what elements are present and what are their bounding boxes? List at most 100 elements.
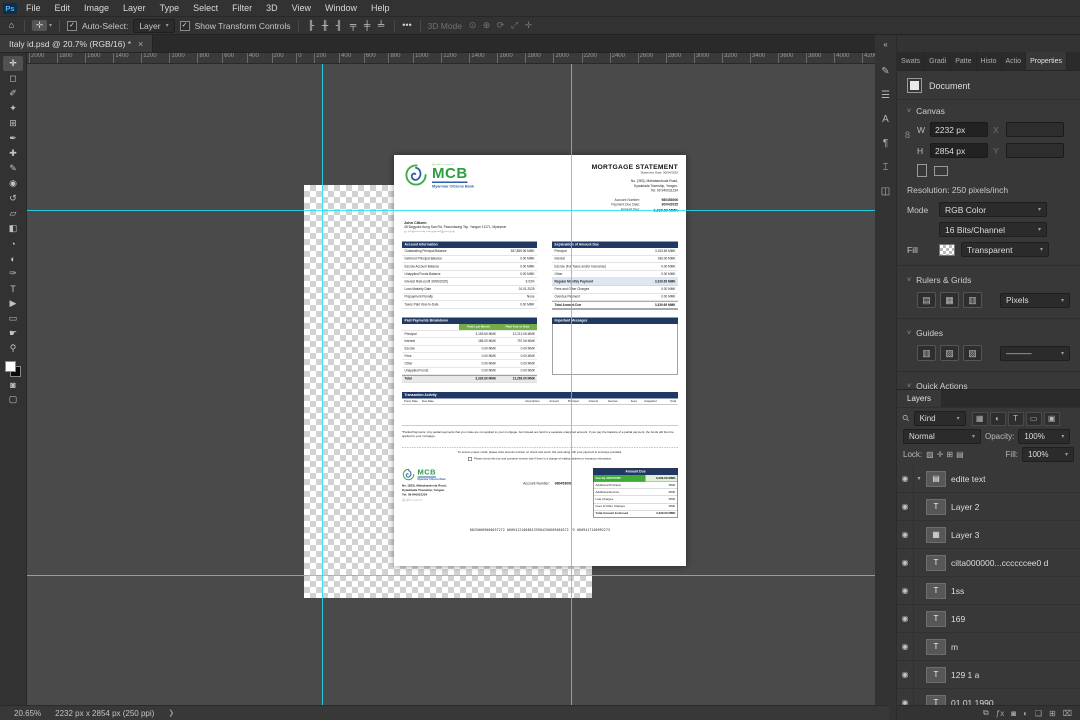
layer-filter-icon[interactable]: T bbox=[1007, 411, 1024, 426]
guide-horizontal[interactable] bbox=[26, 575, 875, 576]
menu-item[interactable]: Select bbox=[186, 3, 225, 13]
layer-filter-icon[interactable]: ▣ bbox=[1043, 411, 1060, 426]
layer-row[interactable]: ◉ ▦ Layer 3 bbox=[897, 521, 1080, 549]
portrait-orientation-icon[interactable] bbox=[917, 164, 927, 177]
tab-close-icon[interactable]: × bbox=[138, 39, 143, 49]
align-icon[interactable]: ╪ bbox=[362, 21, 373, 30]
layer-thumbnail[interactable]: ▤ bbox=[926, 470, 946, 487]
height-input[interactable]: 2854 px bbox=[930, 143, 988, 158]
guide-vertical[interactable] bbox=[322, 63, 323, 706]
visibility-eye-icon[interactable]: ◉ bbox=[897, 605, 914, 632]
tool-healing-brush-button[interactable]: ✚ bbox=[3, 146, 23, 161]
layer-row[interactable]: ◉ ▾ ▤ edite text bbox=[897, 465, 1080, 493]
menu-item[interactable]: Window bbox=[318, 3, 364, 13]
libraries-panel-icon[interactable]: ◫ bbox=[877, 179, 895, 203]
tool-move-button[interactable]: ✛ bbox=[3, 56, 23, 71]
paragraph-styles-panel-icon[interactable]: ☰ bbox=[877, 83, 895, 107]
tab-patterns[interactable]: Patte bbox=[951, 52, 977, 70]
lock-icon[interactable]: ⊞ bbox=[946, 450, 953, 459]
tool-eraser-button[interactable]: ▱ bbox=[3, 206, 23, 221]
width-input[interactable]: 2232 px bbox=[930, 122, 988, 137]
tool-dodge-button[interactable]: ◐ bbox=[3, 251, 23, 266]
visibility-eye-icon[interactable]: ◉ bbox=[897, 689, 914, 705]
color-swatches[interactable] bbox=[5, 361, 21, 377]
ruler-toggle-icon[interactable]: ▤ bbox=[917, 292, 936, 308]
layer-thumbnail[interactable]: T bbox=[926, 554, 946, 571]
visibility-eye-icon[interactable]: ◉ bbox=[897, 577, 914, 604]
status-options-chevron-icon[interactable]: ❯ bbox=[168, 709, 174, 717]
menu-item[interactable]: Layer bbox=[116, 3, 153, 13]
auto-select-target-dropdown[interactable]: Layer ▾ bbox=[133, 18, 175, 33]
visibility-eye-icon[interactable]: ◉ bbox=[897, 493, 914, 520]
tool-history-brush-button[interactable]: ↺ bbox=[3, 191, 23, 206]
screen-mode-button[interactable]: ▢ bbox=[3, 392, 23, 407]
menu-item[interactable]: File bbox=[19, 3, 48, 13]
guides-toggle-icon[interactable]: ▥ bbox=[917, 345, 936, 361]
visibility-eye-icon[interactable]: ◉ bbox=[897, 633, 914, 660]
align-icon[interactable]: ╫ bbox=[320, 21, 331, 30]
landscape-orientation-icon[interactable] bbox=[934, 165, 948, 176]
filter-kind-dropdown[interactable]: Kind ▾ bbox=[913, 411, 966, 426]
layer-row[interactable]: ◉ T 1ss bbox=[897, 577, 1080, 605]
layers-footer-icon[interactable]: ◐ bbox=[1023, 709, 1028, 718]
home-icon[interactable]: ⌂ bbox=[6, 21, 17, 30]
layer-thumbnail[interactable]: ▦ bbox=[926, 526, 946, 543]
layers-footer-icon[interactable]: ◙ bbox=[1011, 709, 1016, 718]
layer-row[interactable]: ◉ T 01.01.1990 bbox=[897, 689, 1080, 705]
menu-item[interactable]: Image bbox=[77, 3, 116, 13]
layer-thumbnail[interactable]: T bbox=[926, 638, 946, 655]
tool-magic-wand-button[interactable]: ✦ bbox=[3, 101, 23, 116]
guide-horizontal[interactable] bbox=[26, 210, 875, 211]
tool-preset-caret-icon[interactable]: ▾ bbox=[49, 22, 52, 29]
lock-icon[interactable]: ▨ bbox=[926, 450, 934, 459]
tab-properties[interactable]: Properties bbox=[1026, 52, 1067, 70]
show-transform-controls-checkbox[interactable]: ✓ bbox=[179, 20, 190, 31]
layers-footer-icon[interactable]: ⧉ bbox=[983, 708, 989, 718]
more-options-icon[interactable]: ••• bbox=[402, 21, 413, 30]
layer-row[interactable]: ◉ T m bbox=[897, 633, 1080, 661]
tab-swatches[interactable]: Swats bbox=[897, 52, 926, 70]
tool-blur-button[interactable]: ◔ bbox=[3, 236, 23, 251]
tab-actions[interactable]: Actio bbox=[1002, 52, 1027, 70]
menu-item[interactable]: View bbox=[285, 3, 318, 13]
layers-footer-icon[interactable]: ƒx bbox=[996, 709, 1004, 718]
menu-item[interactable]: Filter bbox=[225, 3, 259, 13]
tab-history[interactable]: Histo bbox=[977, 52, 1002, 70]
units-dropdown[interactable]: Pixels ▾ bbox=[1000, 292, 1070, 308]
tool-lasso-button[interactable]: ✐ bbox=[3, 86, 23, 101]
menu-item[interactable]: 3D bbox=[259, 3, 285, 13]
tool-clone-stamp-button[interactable]: ◉ bbox=[3, 176, 23, 191]
grid-toggle-icon[interactable]: ▦ bbox=[940, 292, 959, 308]
tool-type-button[interactable]: T bbox=[3, 281, 23, 296]
color-mode-dropdown[interactable]: RGB Color ▾ bbox=[939, 202, 1047, 217]
align-icon[interactable]: ╧ bbox=[376, 21, 387, 30]
auto-select-checkbox[interactable]: ✓ bbox=[67, 20, 78, 31]
paragraph-panel-icon[interactable]: ¶ bbox=[877, 131, 895, 155]
character-panel-icon[interactable]: A bbox=[877, 107, 895, 131]
layer-thumbnail[interactable]: T bbox=[926, 582, 946, 599]
quick-mask-button[interactable]: ◙ bbox=[3, 377, 23, 392]
layer-thumbnail[interactable]: T bbox=[926, 666, 946, 683]
blend-mode-dropdown[interactable]: Normal ▾ bbox=[903, 429, 981, 444]
quick-actions-section-header[interactable]: ˅ Quick Actions bbox=[897, 375, 1080, 389]
document-tab[interactable]: Italy id.psd @ 20.7% (RGB/16) * × bbox=[0, 35, 154, 52]
bit-depth-dropdown[interactable]: 16 Bits/Channel ▾ bbox=[939, 222, 1047, 237]
foreground-color-swatch[interactable] bbox=[5, 361, 16, 372]
menu-item[interactable]: Type bbox=[153, 3, 187, 13]
guide-style-dropdown[interactable]: ——— ▾ bbox=[1000, 345, 1070, 361]
tab-layers[interactable]: Layers bbox=[897, 390, 942, 407]
layer-row[interactable]: ◉ T 169 bbox=[897, 605, 1080, 633]
visibility-eye-icon[interactable]: ◉ bbox=[897, 465, 914, 492]
layer-fill-dropdown[interactable]: 100% ▾ bbox=[1022, 447, 1074, 462]
lock-icon[interactable]: ▤ bbox=[956, 450, 964, 459]
tab-gradients[interactable]: Gradi bbox=[925, 52, 952, 70]
guide-vertical[interactable] bbox=[571, 63, 572, 706]
canvas[interactable]: မြန်မာနိုင်ငံသားများဘဏ် MCB Myanmar Citi… bbox=[26, 63, 875, 706]
tool-eyedropper-button[interactable]: ✒ bbox=[3, 131, 23, 146]
link-dimensions-icon[interactable]: 8 bbox=[905, 130, 910, 140]
canvas-section-header[interactable]: ˅ Canvas bbox=[897, 100, 1080, 121]
visibility-eye-icon[interactable]: ◉ bbox=[897, 521, 914, 548]
horizontal-ruler[interactable]: 2000 1800 1600 1400 1200 1000 800 600 400 200 0 200… bbox=[26, 52, 881, 64]
group-expand-icon[interactable]: ▾ bbox=[914, 475, 924, 482]
tool-path-select-button[interactable]: ▶ bbox=[3, 296, 23, 311]
